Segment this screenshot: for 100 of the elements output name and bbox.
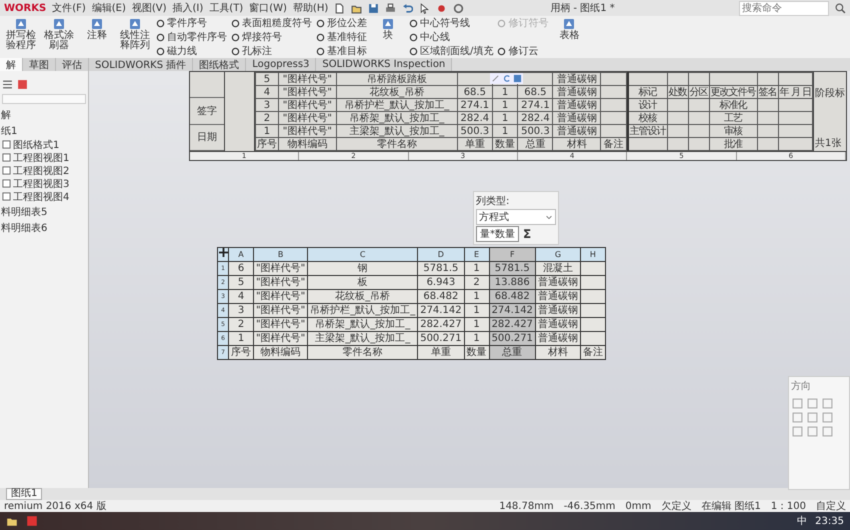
ribbon-button[interactable]: 自动零件序号 bbox=[156, 31, 227, 43]
menu-item[interactable]: 窗口(W) bbox=[249, 1, 287, 15]
status-text: 148.78mm bbox=[499, 500, 554, 512]
table-cell: 1 bbox=[473, 332, 480, 344]
equation-field[interactable]: 量*数量 bbox=[476, 226, 519, 242]
tree-item[interactable]: 料明细表6 bbox=[0, 219, 88, 235]
tree-item[interactable]: 图纸格式1 bbox=[13, 138, 60, 152]
ribbon-button[interactable]: 块 bbox=[371, 17, 405, 57]
ribbon-tab[interactable]: SOLIDWORKS 插件 bbox=[89, 58, 194, 71]
column-header[interactable]: C bbox=[308, 248, 418, 262]
status-text: -46.35mm bbox=[564, 500, 616, 512]
ribbon-button[interactable]: 磁力线 bbox=[156, 45, 227, 57]
menu-item[interactable]: 文件(F) bbox=[52, 1, 86, 15]
tree-item[interactable]: 纸1 bbox=[0, 122, 88, 138]
filter-field[interactable] bbox=[2, 94, 86, 104]
view-icon[interactable] bbox=[807, 412, 818, 423]
tree-item[interactable]: 工程图视图1 bbox=[13, 150, 70, 164]
column-type-dropdown[interactable]: 方程式 bbox=[476, 209, 556, 225]
tree-item[interactable]: 解 bbox=[0, 106, 88, 122]
view-icon[interactable] bbox=[822, 426, 833, 437]
tree-item[interactable]: 工程图视图3 bbox=[13, 176, 70, 190]
search-field[interactable]: 搜索命令 bbox=[739, 0, 829, 16]
move-table-icon[interactable] bbox=[218, 248, 228, 257]
square-icon[interactable] bbox=[513, 74, 522, 83]
ribbon-button[interactable]: 表面粗糙度符号 bbox=[231, 17, 312, 29]
column-header[interactable]: B bbox=[254, 248, 308, 262]
table-cell: 1 bbox=[473, 290, 480, 302]
view-icon[interactable] bbox=[822, 398, 833, 409]
column-header[interactable]: F bbox=[489, 248, 536, 262]
save-icon[interactable] bbox=[368, 2, 380, 14]
ribbon-button[interactable]: 修订云 bbox=[497, 45, 548, 57]
app-icon[interactable] bbox=[26, 515, 38, 527]
view-icon[interactable] bbox=[807, 398, 818, 409]
table-cell: 物料编码 bbox=[260, 346, 301, 358]
column-header[interactable]: D bbox=[418, 248, 464, 262]
view-icon[interactable] bbox=[792, 412, 803, 423]
sheet-tab[interactable]: 图纸1 bbox=[6, 488, 42, 500]
circle-icon bbox=[409, 32, 418, 42]
ribbon-button[interactable]: 基准目标 bbox=[316, 45, 367, 57]
view-icon[interactable] bbox=[792, 398, 803, 409]
ribbon-tab[interactable]: 图纸格式 bbox=[193, 58, 246, 71]
sum-button[interactable]: Σ bbox=[523, 227, 532, 241]
line-icon[interactable] bbox=[491, 74, 500, 83]
ribbon-button[interactable]: 孔标注 bbox=[231, 45, 312, 57]
status-text: 在编辑 图纸1 bbox=[701, 500, 761, 513]
menu-item[interactable]: 编辑(E) bbox=[92, 1, 126, 15]
status-text: 自定义 bbox=[816, 500, 846, 513]
ribbon-tab[interactable]: 评估 bbox=[56, 58, 89, 71]
approval-label: 校核 bbox=[638, 112, 657, 124]
caret-icon bbox=[545, 213, 553, 221]
menu-item[interactable]: 帮助(H) bbox=[292, 1, 328, 15]
ribbon-button[interactable]: 格式涂刷器 bbox=[42, 17, 76, 57]
ribbon-button[interactable]: 中心符号线 bbox=[409, 17, 494, 29]
tree-item[interactable]: 工程图视图2 bbox=[13, 164, 70, 178]
tree-item[interactable]: 工程图视图4 bbox=[13, 190, 70, 204]
ribbon-tab[interactable]: SOLIDWORKS Inspection bbox=[316, 58, 452, 71]
table-cell: "图样代号" bbox=[256, 332, 306, 344]
ribbon-button[interactable]: 线性注释阵列 bbox=[118, 17, 152, 57]
ribbon-button[interactable]: 中心线 bbox=[409, 31, 494, 43]
cursor-icon[interactable] bbox=[419, 2, 430, 14]
ribbon-button[interactable]: 零件序号 bbox=[156, 17, 227, 29]
floating-toolbar[interactable] bbox=[490, 73, 523, 84]
input-method[interactable]: 中 bbox=[797, 514, 808, 528]
ribbon-button[interactable]: 拼写检验程序 bbox=[4, 17, 38, 57]
menu-item[interactable]: 插入(I) bbox=[172, 1, 204, 15]
menu-item[interactable]: 工具(T) bbox=[209, 1, 244, 15]
table-cell: 普通碳钢 bbox=[538, 332, 578, 344]
ribbon-button[interactable]: 注释 bbox=[80, 17, 114, 57]
rotate-icon[interactable] bbox=[502, 74, 511, 83]
undo-icon[interactable] bbox=[402, 2, 414, 14]
list-icon[interactable] bbox=[2, 79, 13, 90]
ribbon-tab[interactable]: Logopress3 bbox=[246, 58, 316, 71]
print-icon[interactable] bbox=[385, 2, 396, 14]
ribbon-button[interactable]: 形位公差 bbox=[316, 17, 367, 29]
app-logo[interactable]: WORKS bbox=[4, 2, 46, 14]
table-cell: "图样代号" bbox=[256, 304, 306, 316]
view-icon[interactable] bbox=[807, 426, 818, 437]
search-icon[interactable] bbox=[835, 2, 846, 14]
bom-header: 物料编码 bbox=[287, 138, 328, 150]
column-header[interactable]: H bbox=[580, 248, 606, 262]
table-cell: 吊桥护栏_默认_按加工_ bbox=[310, 304, 416, 316]
table-cell: 混凝土 bbox=[542, 262, 573, 274]
ribbon-button[interactable]: 基准特征 bbox=[316, 31, 367, 43]
ribbon-button[interactable]: 表格 bbox=[552, 17, 586, 57]
table-cell: 5 bbox=[238, 276, 244, 288]
view-icon[interactable] bbox=[792, 426, 803, 437]
ribbon-button[interactable]: 焊接符号 bbox=[231, 31, 312, 43]
bom-cell: 普通碳钢 bbox=[556, 86, 597, 98]
ribbon-tab[interactable]: 解 bbox=[0, 58, 23, 71]
column-header[interactable]: G bbox=[535, 248, 580, 262]
menu-item[interactable]: 视图(V) bbox=[132, 1, 167, 15]
ribbon-tab[interactable]: 草图 bbox=[23, 58, 56, 71]
view-icon[interactable] bbox=[822, 412, 833, 423]
new-document-icon[interactable] bbox=[334, 2, 346, 14]
tree-item[interactable]: 料明细表5 bbox=[0, 203, 88, 219]
column-header[interactable]: E bbox=[464, 248, 490, 262]
bom-cell: 吊桥踏板踏板 bbox=[366, 74, 427, 84]
ribbon-button[interactable]: 区域剖面线/填充 bbox=[409, 45, 494, 57]
bom-cell: 普通碳钢 bbox=[556, 100, 597, 110]
column-header[interactable]: A bbox=[228, 248, 254, 262]
